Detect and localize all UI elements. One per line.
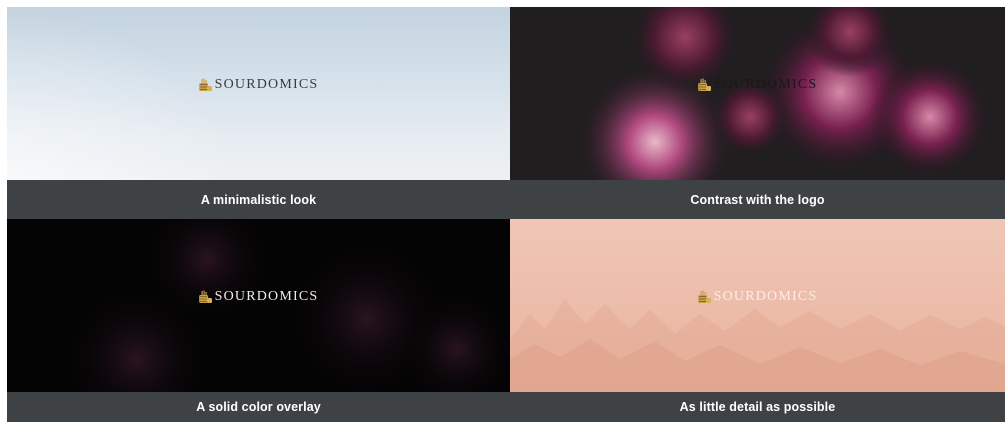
brand-logo: SOURDOMICS	[198, 289, 319, 304]
faded-flower-illustration	[67, 219, 510, 392]
logo-mockup-grid: SOURDOMICS A minimalistic look SOURDOMIC…	[7, 7, 1005, 422]
black-overlay-background-image: SOURDOMICS	[7, 219, 510, 392]
dark-flowers-background-image: SOURDOMICS	[510, 7, 1005, 180]
sky-background-image: SOURDOMICS	[7, 7, 510, 180]
bread-loaf-icon	[697, 290, 711, 304]
brand-wordmark: SOURDOMICS	[214, 77, 319, 92]
brand-logo: SOURDOMICS	[697, 289, 818, 304]
peach-misty-background-image: SOURDOMICS	[510, 219, 1005, 392]
mockup-card-contrast: SOURDOMICS Contrast with the logo	[510, 7, 1005, 219]
card-caption: As little detail as possible	[510, 392, 1005, 422]
brand-logo: SOURDOMICS	[198, 77, 319, 92]
brand-wordmark: SOURDOMICS	[713, 77, 818, 92]
brand-wordmark: SOURDOMICS	[713, 289, 818, 304]
mockup-card-overlay: SOURDOMICS A solid color overlay	[7, 219, 510, 422]
misty-trees-illustration	[510, 299, 1005, 392]
bread-loaf-icon	[198, 290, 212, 304]
bread-loaf-icon	[198, 78, 212, 92]
mockup-card-minimalistic: SOURDOMICS A minimalistic look	[7, 7, 510, 219]
card-caption: Contrast with the logo	[510, 180, 1005, 219]
mockup-card-little-detail: SOURDOMICS As little detail as possible	[510, 219, 1005, 422]
chrysanthemum-illustration	[580, 7, 990, 180]
brand-logo: SOURDOMICS	[697, 77, 818, 92]
card-caption: A solid color overlay	[7, 392, 510, 422]
card-caption: A minimalistic look	[7, 180, 510, 219]
bread-loaf-icon	[697, 78, 711, 92]
brand-wordmark: SOURDOMICS	[214, 289, 319, 304]
